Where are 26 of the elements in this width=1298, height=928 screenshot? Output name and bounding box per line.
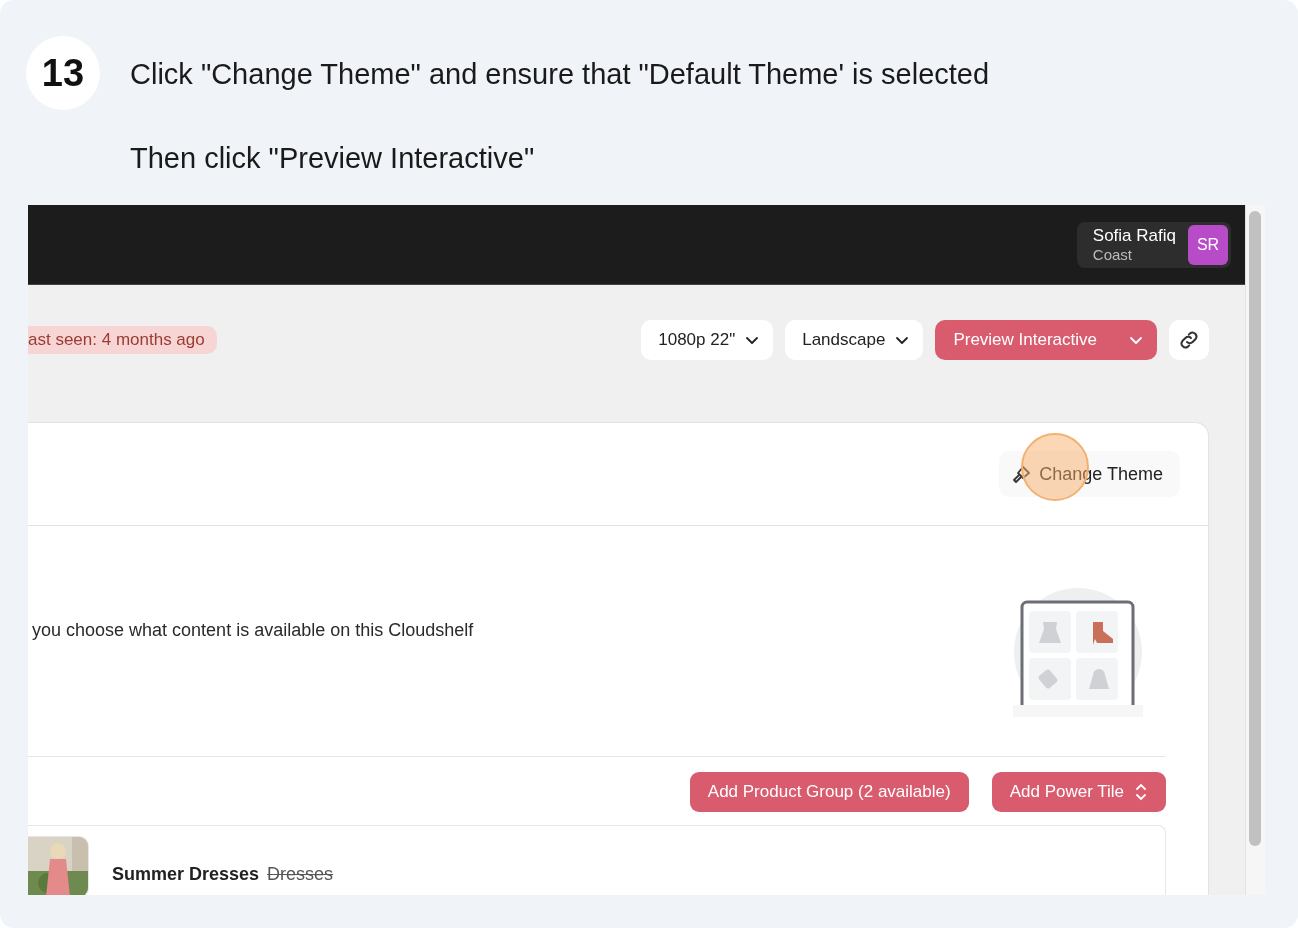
step-number: 13 <box>26 36 100 110</box>
user-org: Coast <box>1092 246 1133 263</box>
old-title: Dresses <box>267 864 334 885</box>
chevron-down-icon <box>1129 334 1143 346</box>
preview-button[interactable]: Preview Interactive <box>935 320 1157 360</box>
dropdown[interactable]: Landscape <box>785 320 924 360</box>
item-title: Summer Dresses <box>112 864 260 885</box>
up-down-icon <box>1134 783 1148 801</box>
add-button[interactable]: Add Power Tile <box>991 772 1166 812</box>
add-button[interactable]: Add Product Group (2 available) <box>689 772 969 812</box>
link-icon <box>1178 329 1200 351</box>
instruction-text: Then click "Preview Interactive" <box>130 141 536 176</box>
chevron-down-icon <box>745 334 760 346</box>
scrollbar-thumb[interactable] <box>1249 211 1261 846</box>
user-menu[interactable]: Sofia Rafiq Coast SR <box>1076 221 1231 268</box>
instruction-text: Click "Change Theme" and ensure that "Default Theme' is selected <box>130 57 990 92</box>
status-badge: ast seen: 4 months ago <box>28 326 217 354</box>
scrollbar[interactable] <box>1245 205 1265 895</box>
change-theme-button[interactable]: Change Theme <box>999 451 1180 497</box>
chevron-down-icon <box>895 334 910 346</box>
user-name: Sofia Rafiq <box>1092 226 1176 246</box>
avatar: SR <box>1188 224 1228 265</box>
description-text: you choose what content is available on this Cloudshelf <box>32 620 474 641</box>
paintbrush-icon <box>1012 464 1032 484</box>
link-button[interactable] <box>1169 320 1209 360</box>
dropdown[interactable]: 1080p 22" <box>641 320 774 360</box>
